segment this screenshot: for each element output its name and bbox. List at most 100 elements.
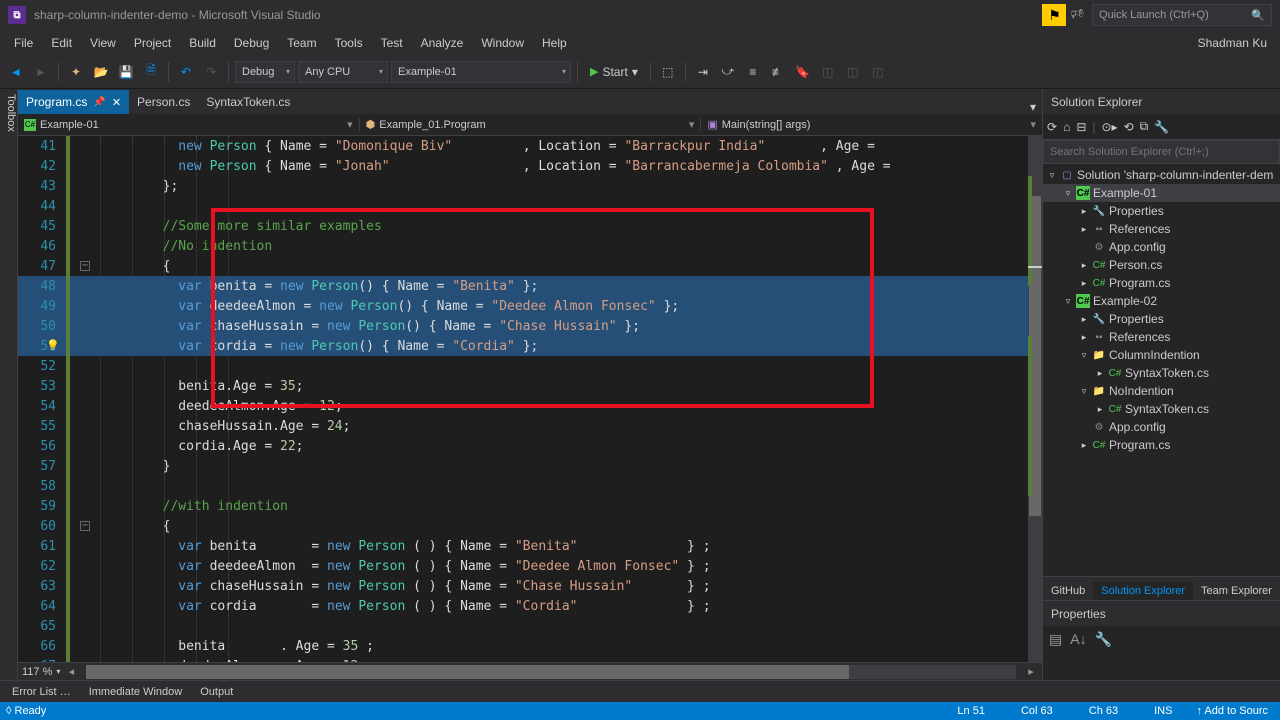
tree-item[interactable]: ▸▪▪References xyxy=(1043,220,1280,238)
expand-arrow-icon[interactable]: ▸ xyxy=(1095,368,1105,379)
quick-launch-input[interactable]: Quick Launch (Ctrl+Q) 🔍 xyxy=(1092,4,1272,26)
expand-arrow-icon[interactable]: ▸ xyxy=(1079,260,1089,271)
code-line[interactable]: 52 xyxy=(18,356,1042,376)
expand-arrow-icon[interactable]: ▿ xyxy=(1047,170,1057,181)
scroll-left-button[interactable]: ◂ xyxy=(64,665,78,678)
scroll-right-button[interactable]: ▸ xyxy=(1024,665,1038,678)
tree-item[interactable]: ▸C#Program.cs xyxy=(1043,436,1280,454)
pin-icon[interactable]: 📌 xyxy=(93,97,105,108)
code-line[interactable]: 48 var benita = new Person() { Name = "B… xyxy=(18,276,1042,296)
code-line[interactable]: 54 deedeeAlmon.Age = 12; xyxy=(18,396,1042,416)
tree-item[interactable]: ▸C#SyntaxToken.cs xyxy=(1043,400,1280,418)
code-line[interactable]: 47− { xyxy=(18,256,1042,276)
tree-item[interactable]: ▸▪▪References xyxy=(1043,328,1280,346)
notification-flag-icon[interactable]: ⚑ xyxy=(1042,4,1066,26)
tab-program-cs[interactable]: Program.cs📌✕ xyxy=(18,90,129,114)
tree-item[interactable]: ⚙App.config xyxy=(1043,418,1280,436)
properties-icon[interactable]: 🔧 xyxy=(1154,120,1169,134)
code-line[interactable]: 55 chaseHussain.Age = 24; xyxy=(18,416,1042,436)
error-list-tab[interactable]: Error List … xyxy=(4,684,79,700)
menu-edit[interactable]: Edit xyxy=(42,33,81,53)
close-icon[interactable]: ✕ xyxy=(112,96,121,109)
uncomment-icon[interactable]: ≢ xyxy=(767,61,789,83)
menu-help[interactable]: Help xyxy=(533,33,576,53)
tab-person-cs[interactable]: Person.cs xyxy=(129,90,198,114)
nav-type-combo[interactable]: ⬢Example_01.Program▾ xyxy=(360,118,702,131)
expand-arrow-icon[interactable]: ▿ xyxy=(1063,188,1073,199)
undo-button[interactable]: ↶ xyxy=(175,61,197,83)
nav-scope-combo[interactable]: C#Example-01▾ xyxy=(18,118,360,131)
lightbulb-icon[interactable]: 💡 xyxy=(46,339,60,352)
tree-item[interactable]: ▿▢Solution 'sharp-column-indenter-dem xyxy=(1043,166,1280,184)
tree-item[interactable]: ▿C#Example-01 xyxy=(1043,184,1280,202)
code-line[interactable]: 66 benita . Age = 35 ; xyxy=(18,636,1042,656)
code-line[interactable]: 44 xyxy=(18,196,1042,216)
props-icon[interactable]: 🔧 xyxy=(1095,631,1112,648)
code-line[interactable]: 64 var cordia = new Person ( ) { Name = … xyxy=(18,596,1042,616)
expand-arrow-icon[interactable]: ▸ xyxy=(1079,224,1089,235)
start-debug-button[interactable]: ▶Start ▾ xyxy=(584,65,644,79)
menu-view[interactable]: View xyxy=(81,33,125,53)
zoom-level[interactable]: 117 % xyxy=(22,666,52,678)
nav-fwd-button[interactable]: ► xyxy=(30,61,52,83)
redo-button[interactable]: ↷ xyxy=(200,61,222,83)
code-line[interactable]: 45 //Some more similar examples xyxy=(18,216,1042,236)
code-editor[interactable]: 41 new Person { Name = "Domonique Biv" ,… xyxy=(18,136,1042,662)
expand-arrow-icon[interactable]: ▿ xyxy=(1063,296,1073,307)
code-line[interactable]: 49 var deedeeAlmon = new Person() { Name… xyxy=(18,296,1042,316)
menu-tools[interactable]: Tools xyxy=(326,33,372,53)
toolbar-icon[interactable]: ◫ xyxy=(817,61,839,83)
code-line[interactable]: 42 new Person { Name = "Jonah" , Locatio… xyxy=(18,156,1042,176)
platform-combo[interactable]: Any CPU xyxy=(298,61,388,83)
nav-back-button[interactable]: ◄ xyxy=(5,61,27,83)
menu-test[interactable]: Test xyxy=(372,33,412,53)
menu-analyze[interactable]: Analyze xyxy=(412,33,473,53)
code-line[interactable]: 58 xyxy=(18,476,1042,496)
code-line[interactable]: 67 deedeeAlmon . Age = 12 ; xyxy=(18,656,1042,662)
code-line[interactable]: 41 new Person { Name = "Domonique Biv" ,… xyxy=(18,136,1042,156)
new-project-button[interactable]: ✦ xyxy=(65,61,87,83)
startup-project-combo[interactable]: Example-01 xyxy=(391,61,571,83)
menu-project[interactable]: Project xyxy=(125,33,180,53)
code-line[interactable]: 61 var benita = new Person ( ) { Name = … xyxy=(18,536,1042,556)
tree-item[interactable]: ▿📁NoIndention xyxy=(1043,382,1280,400)
solution-search[interactable] xyxy=(1043,140,1280,164)
expand-arrow-icon[interactable]: ▸ xyxy=(1079,314,1089,325)
nav-member-combo[interactable]: ▣Main(string[] args)▾ xyxy=(701,118,1042,131)
open-file-button[interactable]: 📂 xyxy=(90,61,112,83)
code-line[interactable]: 56 cordia.Age = 22; xyxy=(18,436,1042,456)
code-line[interactable]: 60− { xyxy=(18,516,1042,536)
tree-item[interactable]: ▸C#SyntaxToken.cs xyxy=(1043,364,1280,382)
menu-window[interactable]: Window xyxy=(472,33,533,53)
solution-tree[interactable]: ▿▢Solution 'sharp-column-indenter-dem▿C#… xyxy=(1043,164,1280,576)
code-line[interactable]: 57 } xyxy=(18,456,1042,476)
tree-item[interactable]: ▿📁ColumnIndention xyxy=(1043,346,1280,364)
horizontal-scrollbar[interactable] xyxy=(86,665,1016,679)
refresh-icon[interactable]: ⟲ xyxy=(1124,120,1134,134)
sort-icon[interactable]: A↓ xyxy=(1070,631,1086,647)
fold-toggle[interactable]: − xyxy=(80,521,90,531)
menu-team[interactable]: Team xyxy=(278,33,325,53)
vertical-scrollbar[interactable] xyxy=(1028,136,1042,662)
code-line[interactable]: 51💡 var cordia = new Person() { Name = "… xyxy=(18,336,1042,356)
toolbar-icon[interactable]: ◫ xyxy=(842,61,864,83)
output-tab[interactable]: Output xyxy=(192,684,241,700)
feedback-icon[interactable]: 🕫 xyxy=(1070,3,1084,27)
toolbar-icon[interactable]: ⬚ xyxy=(657,61,679,83)
show-all-icon[interactable]: ⧉ xyxy=(1140,119,1149,134)
tree-item[interactable]: ▸C#Program.cs xyxy=(1043,274,1280,292)
menu-file[interactable]: File xyxy=(5,33,42,53)
code-line[interactable]: 59 //with indention xyxy=(18,496,1042,516)
expand-arrow-icon[interactable]: ▸ xyxy=(1095,404,1105,415)
tab-syntaxtoken-cs[interactable]: SyntaxToken.cs xyxy=(198,90,298,114)
config-combo[interactable]: Debug xyxy=(235,61,295,83)
signed-in-user[interactable]: Shadman Ku xyxy=(1198,36,1275,50)
tree-item[interactable]: ▸🔧Properties xyxy=(1043,310,1280,328)
tree-item[interactable]: ⚙App.config xyxy=(1043,238,1280,256)
solution-explorer-tab[interactable]: Solution Explorer xyxy=(1093,582,1193,600)
code-line[interactable]: 50 var chaseHussain = new Person() { Nam… xyxy=(18,316,1042,336)
status-source-control[interactable]: ↑ Add to Sourc xyxy=(1190,705,1274,717)
comment-icon[interactable]: ≡ xyxy=(742,61,764,83)
save-button[interactable]: 💾 xyxy=(115,61,137,83)
expand-arrow-icon[interactable]: ▸ xyxy=(1079,206,1089,217)
